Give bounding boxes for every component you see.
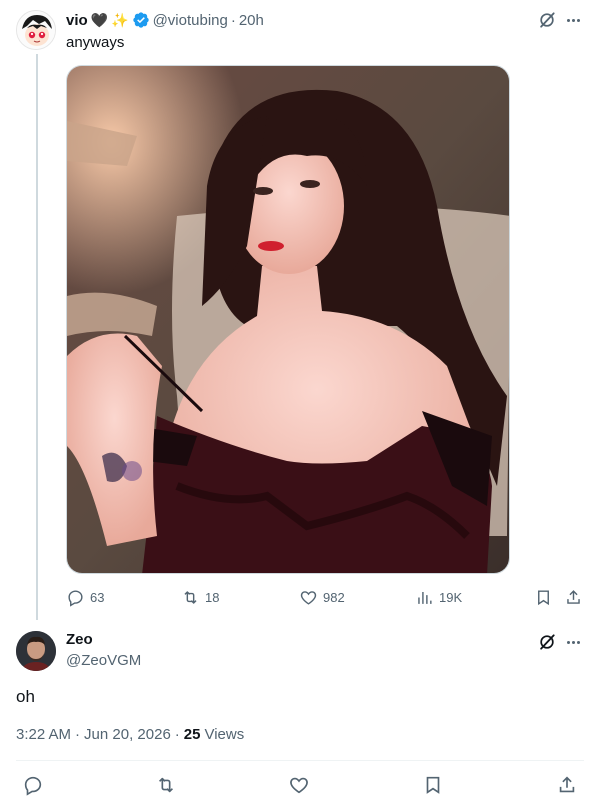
separator-dot: · (230, 11, 236, 29)
reply-bookmark-button[interactable] (422, 774, 444, 796)
reply-views-count: 25 (183, 726, 201, 743)
like-count: 982 (323, 590, 345, 605)
reply-share-button[interactable] (556, 774, 578, 796)
repost-icon (158, 777, 174, 793)
reply-display-name[interactable]: Zeo (66, 631, 93, 648)
views-count: 19K (439, 590, 463, 605)
timestamp[interactable]: 20h (239, 12, 264, 29)
views-button[interactable]: 19K (415, 588, 462, 607)
heart-emoji: 🖤 (90, 11, 109, 28)
bookmark-button[interactable] (534, 588, 553, 607)
avatar-zeo-illustration (16, 631, 56, 671)
reply-meta: 3:22 AM · Jun 20, 2026 · 25 Views (16, 726, 244, 743)
repost-button[interactable]: 18 (181, 588, 219, 607)
sparkle-emoji: ✨ (111, 11, 129, 28)
grok-button[interactable] (537, 10, 557, 35)
photo-illustration (67, 66, 509, 573)
reply-icon (24, 776, 42, 796)
meta-dot: · (75, 726, 81, 743)
display-name[interactable]: vio (66, 12, 88, 29)
tweet-text: anyways (66, 34, 125, 51)
reply-date[interactable]: Jun 20, 2026 (84, 726, 171, 743)
avatar-vio-illustration (17, 11, 55, 49)
meta-dot-2: · (174, 726, 180, 743)
bookmark-icon (426, 776, 440, 794)
grok-icon (540, 12, 555, 28)
share-button[interactable] (564, 588, 583, 607)
verified-badge-icon (132, 12, 149, 28)
reply-reply-button[interactable] (22, 774, 44, 796)
reply-grok-button[interactable] (537, 632, 557, 657)
thread-connector (36, 54, 38, 620)
reply-views-label: Views (204, 726, 245, 743)
share-icon (559, 776, 575, 793)
tweet-media-photo[interactable] (66, 65, 510, 574)
handle[interactable]: @viotubing (153, 12, 228, 29)
reply-like-button[interactable] (288, 774, 310, 796)
grok-icon (540, 634, 555, 650)
repost-count: 18 (205, 590, 220, 605)
reply-text: oh (16, 687, 35, 706)
reply-icon (68, 590, 83, 607)
repost-icon (184, 591, 197, 604)
reply-repost-button[interactable] (155, 774, 177, 796)
avatar-zeo[interactable] (16, 631, 56, 671)
reply-more-icon[interactable] (563, 632, 583, 652)
like-button[interactable]: 982 (299, 588, 345, 607)
reply-count: 63 (90, 590, 105, 605)
like-icon (300, 591, 317, 605)
reply-handle[interactable]: @ZeoVGM (66, 652, 141, 669)
divider (16, 760, 584, 761)
like-icon (290, 777, 308, 794)
views-icon (418, 591, 432, 604)
bookmark-icon (538, 590, 549, 606)
share-icon (567, 590, 580, 604)
avatar-vio[interactable] (16, 10, 56, 50)
tweet-header: vio 🖤 ✨ @viotubing · 20h (66, 10, 264, 30)
more-icon[interactable] (563, 10, 583, 30)
reply-time[interactable]: 3:22 AM (16, 726, 71, 743)
reply-button[interactable]: 63 (66, 588, 104, 607)
